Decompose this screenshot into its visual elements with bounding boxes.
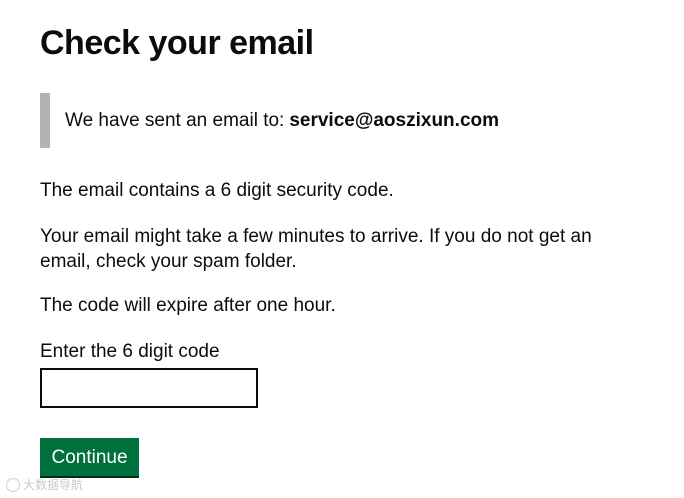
paragraph-expiry-info: The code will expire after one hour. [40,295,336,316]
watermark-logo-icon [6,477,20,492]
continue-button[interactable]: Continue [40,438,139,476]
notice-email-address: service@aoszixun.com [289,110,500,131]
paragraph-arrival-info: Your email might take a few minutes to a… [40,226,592,272]
notice-prefix: We have sent an email to: [65,110,285,131]
code-field-label: Enter the 6 digit code [40,341,220,362]
email-sent-notice: We have sent an email to: service@aoszix… [40,93,640,148]
watermark: 大数据导航 [6,476,83,493]
paragraph-code-info: The email contains a 6 digit security co… [40,180,394,201]
security-code-input[interactable] [40,368,258,408]
watermark-text: 大数据导航 [23,478,84,492]
page-title: Check your email [40,24,314,62]
